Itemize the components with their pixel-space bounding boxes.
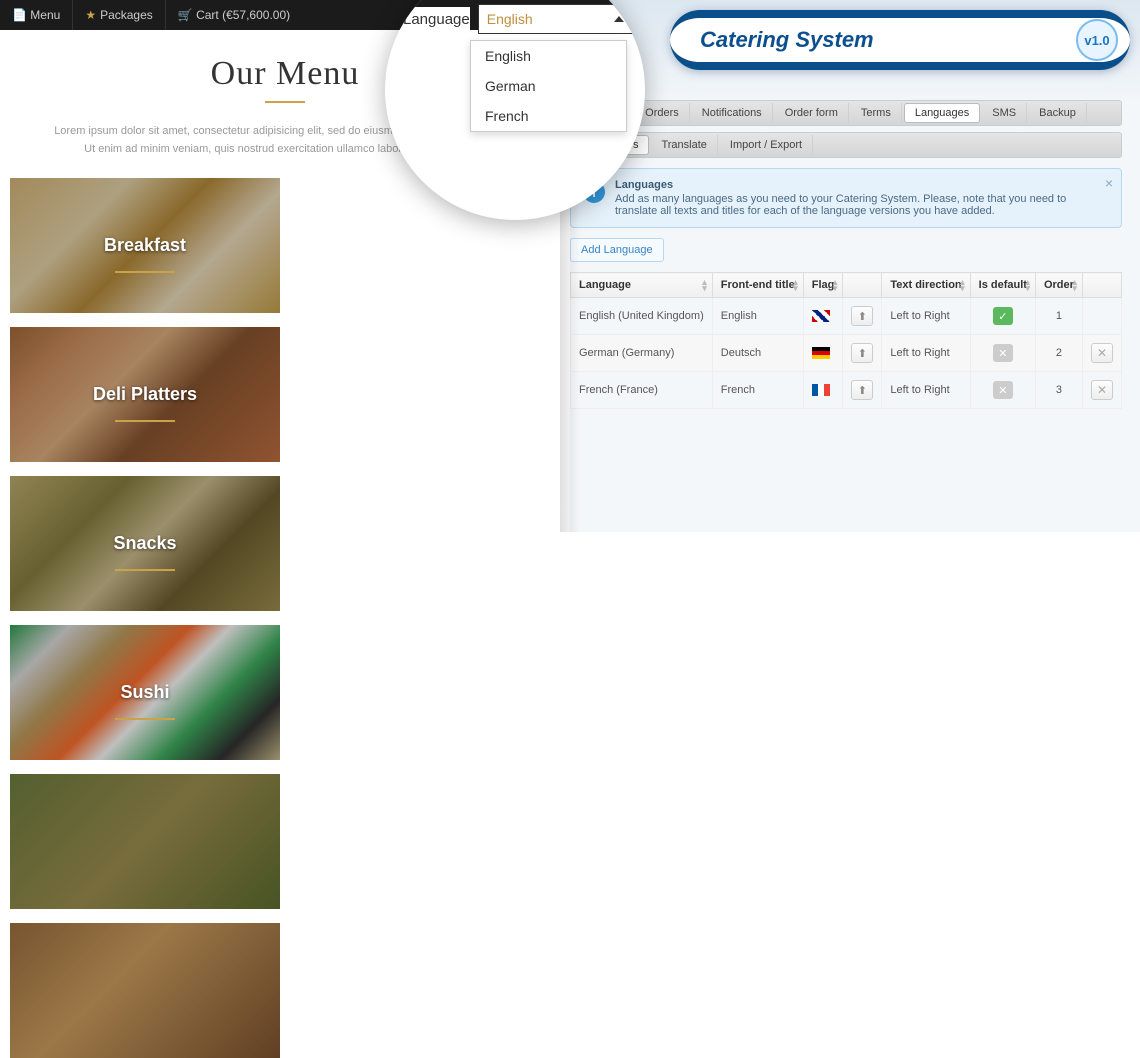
cell-direction: Left to Right (882, 335, 970, 372)
cell-upload: ⬆ (843, 372, 882, 409)
language-select[interactable]: English (478, 4, 633, 34)
info-body: Add as many languages as you need to you… (615, 193, 1093, 217)
card-label: Breakfast (104, 235, 186, 256)
card-extra-2[interactable] (10, 923, 280, 1058)
cell-default: ✕ (970, 372, 1035, 409)
cell-delete: ✕ (1082, 335, 1121, 372)
sort-icon: ▴▾ (833, 279, 838, 291)
cell-title: English (712, 298, 803, 335)
cell-order: 2 (1035, 335, 1082, 372)
cell-order: 3 (1035, 372, 1082, 409)
flag-icon (812, 310, 830, 322)
col-text-direction[interactable]: Text direction▴▾ (882, 273, 970, 298)
col-is-default[interactable]: Is default▴▾ (970, 273, 1035, 298)
info-title: Languages (615, 179, 1093, 191)
tab-sms[interactable]: SMS (982, 103, 1027, 123)
language-option-english[interactable]: English (471, 41, 626, 71)
card-label: Sushi (120, 682, 169, 703)
cell-upload: ⬆ (843, 335, 882, 372)
language-selected: English (487, 11, 533, 27)
nav-packages[interactable]: ★ Packages (72, 0, 165, 30)
upload-flag-button[interactable]: ⬆ (851, 343, 873, 363)
col-action[interactable] (843, 273, 882, 298)
default-toggle[interactable]: ✕ (993, 381, 1013, 399)
menu-cards: Breakfast Deli Platters Snacks Sushi (0, 178, 570, 1058)
chevron-up-icon (614, 16, 624, 22)
subtab-import-export[interactable]: Import / Export (720, 135, 813, 155)
cell-language: German (Germany) (571, 335, 713, 372)
col-flag[interactable]: Flag▴▾ (803, 273, 843, 298)
flag-icon (812, 384, 830, 396)
language-label: Language (397, 7, 470, 32)
sort-icon: ▴▾ (1072, 279, 1077, 291)
primary-tabs: GeneralOrdersNotificationsOrder formTerm… (570, 100, 1122, 126)
table-row: English (United Kingdom)English ⬆ Left to … (571, 298, 1122, 335)
cell-title: French (712, 372, 803, 409)
default-toggle[interactable]: ✓ (993, 307, 1013, 325)
flag-icon (812, 347, 830, 359)
cell-direction: Left to Right (882, 298, 970, 335)
default-toggle[interactable]: ✕ (993, 344, 1013, 362)
cell-direction: Left to Right (882, 372, 970, 409)
cell-order: 1 (1035, 298, 1082, 335)
card-label: Snacks (113, 533, 176, 554)
cell-flag (803, 335, 843, 372)
info-close-button[interactable]: × (1105, 175, 1113, 191)
upload-flag-button[interactable]: ⬆ (851, 380, 873, 400)
cell-upload: ⬆ (843, 298, 882, 335)
admin-panel: Catering System v1.0 GeneralOrdersNotifi… (570, 0, 1140, 532)
card-sushi[interactable]: Sushi (10, 625, 280, 760)
secondary-tabs: LanguagesTranslateImport / Export (570, 132, 1122, 158)
table-row: German (Germany)Deutsch ⬆ Left to Right ✕ 2 ✕ (571, 335, 1122, 372)
tab-notifications[interactable]: Notifications (692, 103, 773, 123)
card-breakfast[interactable]: Breakfast (10, 178, 280, 313)
delete-button[interactable]: ✕ (1091, 343, 1113, 363)
add-language-button[interactable]: Add Language (570, 238, 664, 262)
language-option-german[interactable]: German (471, 71, 626, 101)
cell-title: Deutsch (712, 335, 803, 372)
card-label: Deli Platters (93, 384, 197, 405)
tab-backup[interactable]: Backup (1029, 103, 1087, 123)
cell-flag (803, 372, 843, 409)
subtab-translate[interactable]: Translate (651, 135, 717, 155)
card-extra-1[interactable] (10, 774, 280, 909)
nav-cart[interactable]: 🛒 Cart (€57,600.00) (166, 0, 302, 30)
nav-menu-label: Menu (30, 8, 60, 22)
card-deli-platters[interactable]: Deli Platters (10, 327, 280, 462)
version-badge: v1.0 (1076, 19, 1118, 61)
cell-language: English (United Kingdom) (571, 298, 713, 335)
language-dropdown: English German French (470, 40, 627, 132)
language-option-french[interactable]: French (471, 101, 626, 131)
sort-icon: ▴▾ (793, 279, 798, 291)
delete-button[interactable]: ✕ (1091, 380, 1113, 400)
table-row: French (France)French ⬆ Left to Right ✕ 3 ✕ (571, 372, 1122, 409)
languages-table: Language▴▾Front-end title▴▾Flag▴▾ Text di… (570, 272, 1122, 409)
cell-default: ✓ (970, 298, 1035, 335)
admin-title: Catering System (700, 27, 1076, 53)
tab-languages[interactable]: Languages (904, 103, 980, 123)
cell-language: French (France) (571, 372, 713, 409)
card-snacks[interactable]: Snacks (10, 476, 280, 611)
upload-flag-button[interactable]: ⬆ (851, 306, 873, 326)
info-box: i Languages Add as many languages as you… (570, 168, 1122, 228)
tab-order-form[interactable]: Order form (775, 103, 849, 123)
cell-flag (803, 298, 843, 335)
nav-packages-label: Packages (100, 8, 153, 22)
cell-delete (1082, 298, 1121, 335)
star-icon: ★ (85, 8, 96, 22)
cell-delete: ✕ (1082, 372, 1121, 409)
nav-menu[interactable]: 📄 Menu (0, 0, 72, 30)
nav-cart-label: Cart (€57,600.00) (196, 8, 290, 22)
sort-icon: ▴▾ (1025, 279, 1030, 291)
sort-icon: ▴▾ (702, 279, 707, 291)
col-language[interactable]: Language▴▾ (571, 273, 713, 298)
admin-header: Catering System v1.0 (670, 10, 1130, 70)
cell-default: ✕ (970, 335, 1035, 372)
col-front-end-title[interactable]: Front-end title▴▾ (712, 273, 803, 298)
tab-terms[interactable]: Terms (851, 103, 902, 123)
title-underline (265, 101, 305, 103)
col-order[interactable]: Order▴▾ (1035, 273, 1082, 298)
sort-icon: ▴▾ (960, 279, 965, 291)
col-action[interactable] (1082, 273, 1121, 298)
